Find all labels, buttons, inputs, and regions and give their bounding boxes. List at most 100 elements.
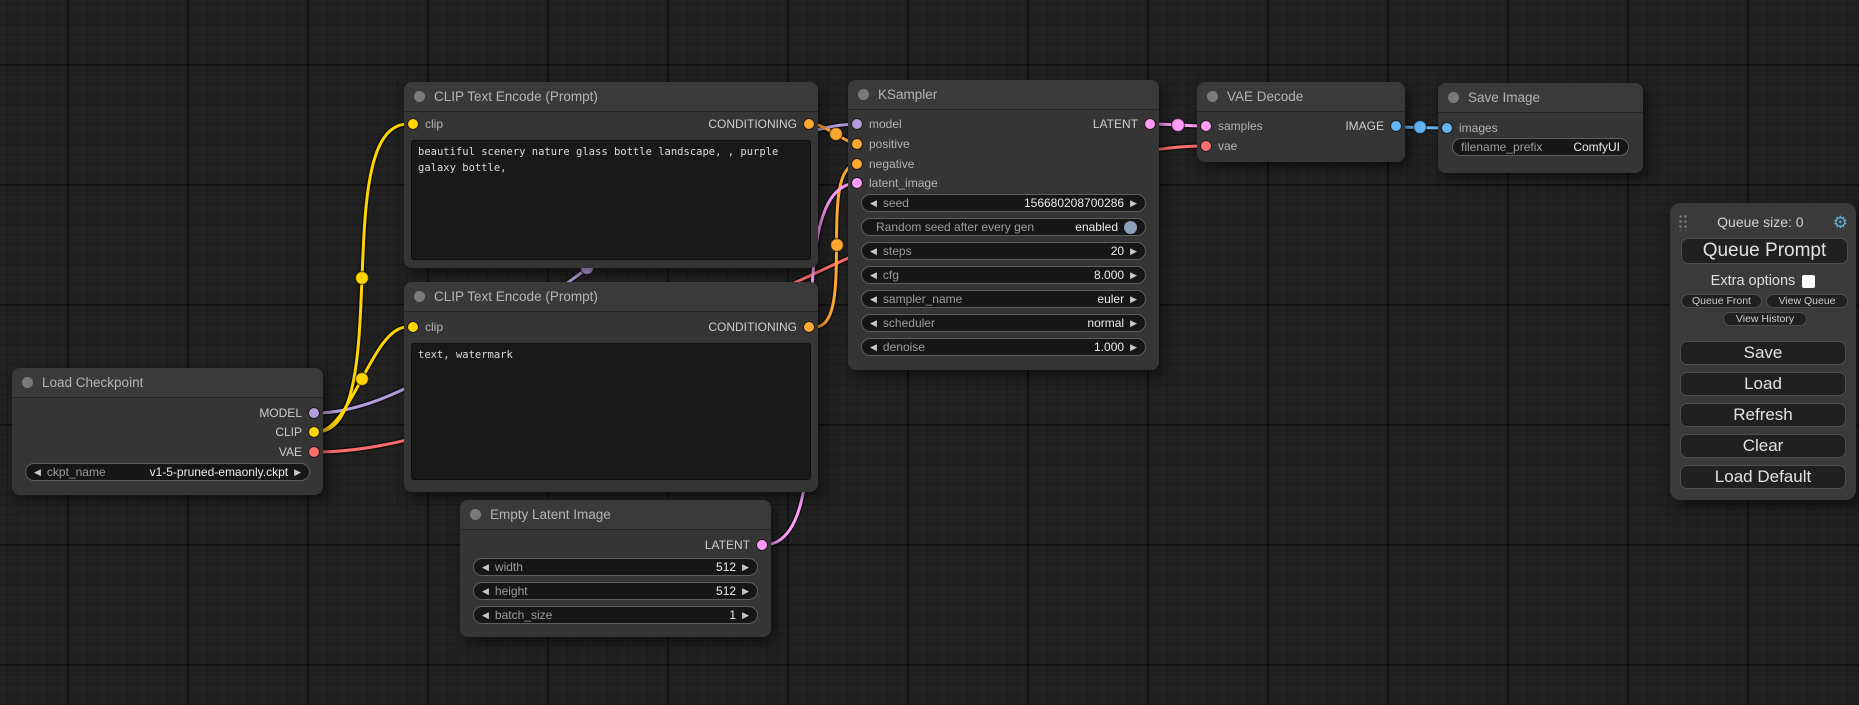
extra-options-checkbox[interactable] <box>1802 275 1815 288</box>
sampler-name-widget[interactable]: ◀ sampler_name euler ▶ <box>861 290 1146 308</box>
collapse-dot-icon[interactable] <box>414 291 425 302</box>
queue-prompt-button[interactable]: Queue Prompt <box>1681 238 1848 264</box>
settings-gear-icon[interactable]: ⚙ <box>1833 214 1848 231</box>
node-clip-text-encode-negative[interactable]: CLIP Text Encode (Prompt) clip CONDITION… <box>404 282 818 492</box>
port-dot-latent[interactable] <box>852 178 862 188</box>
port-dot-model[interactable] <box>309 408 319 418</box>
view-history-button[interactable]: View History <box>1723 312 1807 326</box>
filename-prefix-widget[interactable]: filename_prefix ComfyUI <box>1452 138 1629 156</box>
decrement-arrow-icon[interactable]: ◀ <box>870 199 877 208</box>
increment-arrow-icon[interactable]: ▶ <box>742 611 749 620</box>
save-button[interactable]: Save <box>1680 341 1846 365</box>
port-dot-clip[interactable] <box>408 119 418 129</box>
batch-size-widget[interactable]: ◀ batch_size 1 ▶ <box>473 606 758 624</box>
collapse-dot-icon[interactable] <box>414 91 425 102</box>
port-dot-conditioning[interactable] <box>852 159 862 169</box>
node-save-image[interactable]: Save Image images filename_prefix ComfyU… <box>1438 83 1643 173</box>
output-port-model[interactable]: MODEL <box>259 403 319 423</box>
seed-widget[interactable]: ◀ seed 156680208700286 ▶ <box>861 194 1146 212</box>
port-dot-clip[interactable] <box>408 322 418 332</box>
node-header[interactable]: CLIP Text Encode (Prompt) <box>404 82 818 112</box>
node-header[interactable]: Empty Latent Image <box>460 500 771 530</box>
port-dot-vae[interactable] <box>1201 141 1211 151</box>
view-queue-button[interactable]: View Queue <box>1766 294 1848 308</box>
input-port-images[interactable]: images <box>1442 118 1498 138</box>
input-port-negative[interactable]: negative <box>852 154 914 174</box>
port-dot-latent[interactable] <box>1145 119 1155 129</box>
decrement-arrow-icon[interactable]: ◀ <box>482 611 489 620</box>
input-port-latent-image[interactable]: latent_image <box>852 173 938 193</box>
ckpt-name-widget[interactable]: ◀ ckpt_name v1-5-pruned-emaonly.ckpt ▶ <box>25 463 310 481</box>
decrement-arrow-icon[interactable]: ◀ <box>34 468 41 477</box>
input-port-clip[interactable]: clip <box>408 317 443 337</box>
refresh-button[interactable]: Refresh <box>1680 403 1846 427</box>
output-port-clip[interactable]: CLIP <box>275 422 319 442</box>
decrement-arrow-icon[interactable]: ◀ <box>482 587 489 596</box>
input-port-positive[interactable]: positive <box>852 134 910 154</box>
node-header[interactable]: CLIP Text Encode (Prompt) <box>404 282 818 312</box>
increment-arrow-icon[interactable]: ▶ <box>1130 295 1137 304</box>
collapse-dot-icon[interactable] <box>858 89 869 100</box>
port-dot-conditioning[interactable] <box>804 322 814 332</box>
port-dot-model[interactable] <box>852 119 862 129</box>
height-widget[interactable]: ◀ height 512 ▶ <box>473 582 758 600</box>
node-load-checkpoint[interactable]: Load Checkpoint MODEL CLIP VAE ◀ ckpt_na… <box>12 368 323 495</box>
graph-canvas[interactable]: Load Checkpoint MODEL CLIP VAE ◀ ckpt_na… <box>0 0 1859 705</box>
width-widget[interactable]: ◀ width 512 ▶ <box>473 558 758 576</box>
node-vae-decode[interactable]: VAE Decode samples vae IMAGE <box>1197 82 1405 162</box>
clear-button[interactable]: Clear <box>1680 434 1846 458</box>
increment-arrow-icon[interactable]: ▶ <box>742 563 749 572</box>
negative-prompt-textarea[interactable]: text, watermark <box>411 343 811 480</box>
decrement-arrow-icon[interactable]: ◀ <box>870 343 877 352</box>
port-dot-latent[interactable] <box>1201 121 1211 131</box>
port-dot-conditioning[interactable] <box>852 139 862 149</box>
increment-arrow-icon[interactable]: ▶ <box>742 587 749 596</box>
decrement-arrow-icon[interactable]: ◀ <box>870 247 877 256</box>
random-seed-toggle-widget[interactable]: Random seed after every gen enabled <box>861 218 1146 236</box>
port-dot-image[interactable] <box>1442 123 1452 133</box>
node-header[interactable]: VAE Decode <box>1197 82 1405 112</box>
denoise-widget[interactable]: ◀ denoise 1.000 ▶ <box>861 338 1146 356</box>
decrement-arrow-icon[interactable]: ◀ <box>870 319 877 328</box>
decrement-arrow-icon[interactable]: ◀ <box>870 271 877 280</box>
increment-arrow-icon[interactable]: ▶ <box>1130 319 1137 328</box>
input-port-samples[interactable]: samples <box>1201 116 1263 136</box>
output-port-vae[interactable]: VAE <box>279 442 319 462</box>
decrement-arrow-icon[interactable]: ◀ <box>870 295 877 304</box>
node-header[interactable]: KSampler <box>848 80 1159 110</box>
node-header[interactable]: Save Image <box>1438 83 1643 113</box>
toggle-knob-icon[interactable] <box>1124 221 1137 234</box>
node-empty-latent-image[interactable]: Empty Latent Image LATENT ◀ width 512 ▶ … <box>460 500 771 637</box>
increment-arrow-icon[interactable]: ▶ <box>294 468 301 477</box>
increment-arrow-icon[interactable]: ▶ <box>1130 247 1137 256</box>
queue-front-button[interactable]: Queue Front <box>1681 294 1762 308</box>
load-default-button[interactable]: Load Default <box>1680 465 1846 489</box>
collapse-dot-icon[interactable] <box>1448 92 1459 103</box>
increment-arrow-icon[interactable]: ▶ <box>1130 343 1137 352</box>
cfg-widget[interactable]: ◀ cfg 8.000 ▶ <box>861 266 1146 284</box>
decrement-arrow-icon[interactable]: ◀ <box>482 563 489 572</box>
drag-handle-icon[interactable] <box>1678 214 1688 231</box>
load-button[interactable]: Load <box>1680 372 1846 396</box>
positive-prompt-textarea[interactable]: beautiful scenery nature glass bottle la… <box>411 140 811 260</box>
output-port-latent[interactable]: LATENT <box>705 535 767 555</box>
collapse-dot-icon[interactable] <box>22 377 33 388</box>
port-dot-conditioning[interactable] <box>804 119 814 129</box>
input-port-model[interactable]: model <box>852 114 902 134</box>
node-clip-text-encode-positive[interactable]: CLIP Text Encode (Prompt) clip CONDITION… <box>404 82 818 268</box>
port-dot-latent[interactable] <box>757 540 767 550</box>
port-dot-image[interactable] <box>1391 121 1401 131</box>
input-port-vae[interactable]: vae <box>1201 136 1237 156</box>
increment-arrow-icon[interactable]: ▶ <box>1130 271 1137 280</box>
increment-arrow-icon[interactable]: ▶ <box>1130 199 1137 208</box>
scheduler-widget[interactable]: ◀ scheduler normal ▶ <box>861 314 1146 332</box>
node-ksampler[interactable]: KSampler model positive negative latent_… <box>848 80 1159 370</box>
output-port-latent[interactable]: LATENT <box>1093 114 1155 134</box>
port-dot-clip[interactable] <box>309 427 319 437</box>
output-port-conditioning[interactable]: CONDITIONING <box>708 114 814 134</box>
output-port-image[interactable]: IMAGE <box>1345 116 1401 136</box>
collapse-dot-icon[interactable] <box>470 509 481 520</box>
output-port-conditioning[interactable]: CONDITIONING <box>708 317 814 337</box>
steps-widget[interactable]: ◀ steps 20 ▶ <box>861 242 1146 260</box>
port-dot-vae[interactable] <box>309 447 319 457</box>
